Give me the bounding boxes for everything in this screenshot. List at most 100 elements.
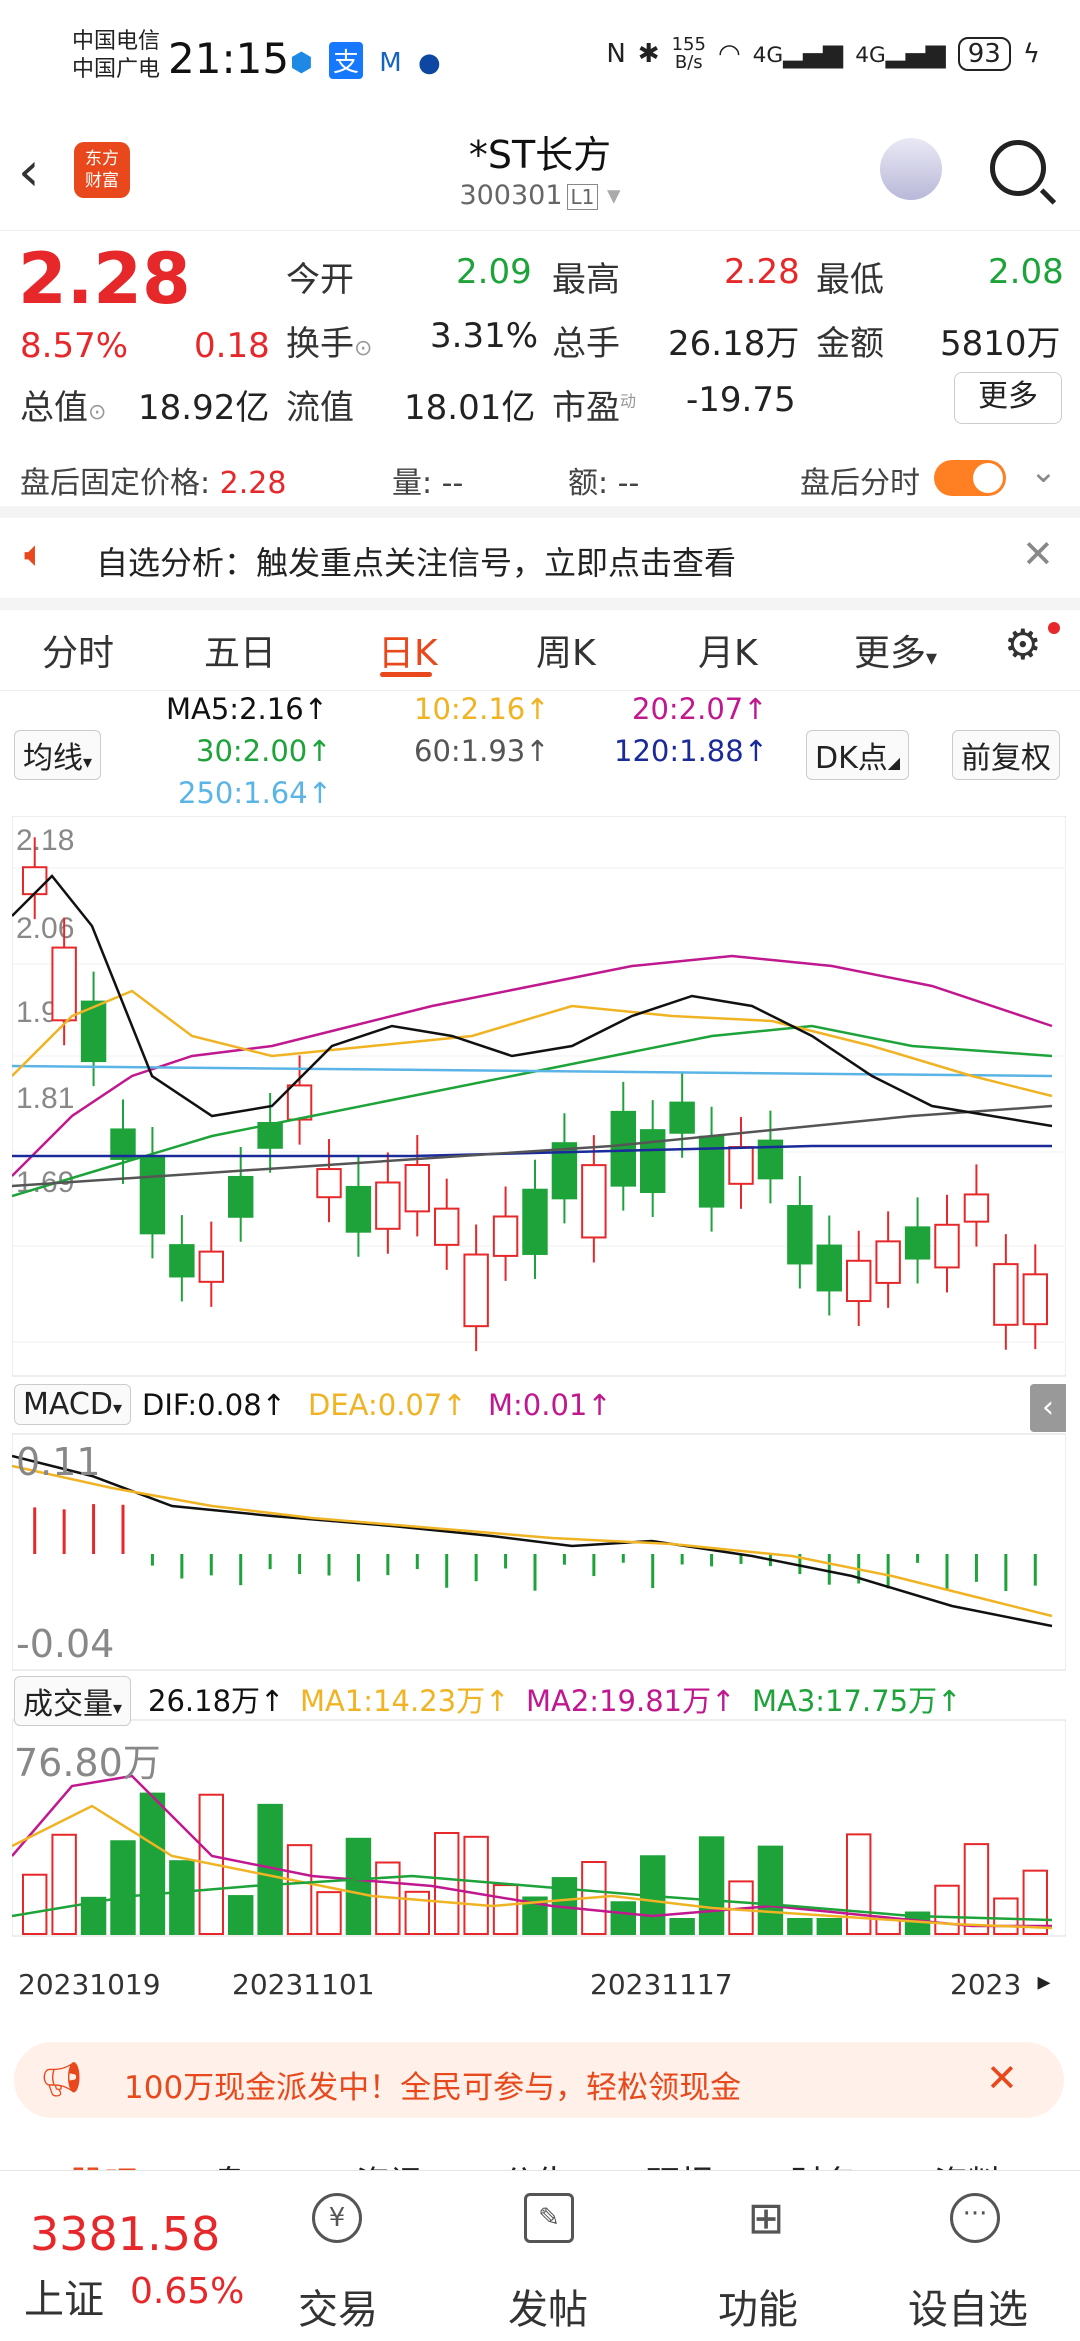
tab-weekly-k[interactable]: 周K [536, 624, 596, 676]
pe-value: -19.75 [686, 380, 796, 420]
volume-bar [669, 1918, 695, 1935]
tab-five-day[interactable]: 五日 [204, 624, 276, 676]
index-value[interactable]: 3381.58 [30, 2207, 220, 2261]
tab-daily-k[interactable]: 日K [378, 624, 438, 676]
net-speed-unit: B/s [674, 52, 703, 73]
promo-text: 100万现金派发中！全民可参与，轻松领现金 [124, 2070, 742, 2106]
date-label-1: 20231019 [18, 1968, 161, 2001]
yen-icon: ¥ [312, 2193, 362, 2243]
dk-point-button[interactable]: DK点◢ [806, 730, 910, 780]
candle-body [640, 1129, 666, 1194]
current-price: 2.28 [18, 238, 191, 320]
turnover-label-text: 换手 [286, 324, 354, 364]
afterhours-price: 2.28 [219, 466, 287, 501]
signal-2-label: 4G [855, 43, 886, 68]
volume-bar [963, 1843, 990, 1936]
high-value: 2.28 [724, 252, 800, 292]
active-tab-indicator [380, 672, 432, 677]
afterhours-toggle[interactable] [934, 460, 1006, 496]
assistant-avatar-icon[interactable] [880, 138, 942, 200]
candle-body [1022, 1273, 1048, 1326]
bottom-nav: 3381.58 上证 0.65% ¥ 交易 ✎ 发帖 ⊞ 功能 ··· 设自选 [0, 2170, 1080, 2341]
indicator-selector[interactable]: 均线▾ [14, 730, 102, 780]
ma10-label: 10:2.16↑ [414, 692, 550, 726]
alipay-icon: 支 [328, 42, 363, 79]
mktcap-label[interactable]: 总值⊙ [20, 380, 106, 429]
close-icon[interactable]: ✕ [1022, 532, 1054, 576]
function-button[interactable]: 功能 [718, 2277, 798, 2335]
candle-body [51, 946, 77, 1022]
candle-body [375, 1181, 401, 1230]
date-label-3: 20231117 [590, 1968, 733, 2001]
speaker-icon: 🔈︎ [24, 534, 46, 575]
volume-bar [286, 1844, 313, 1936]
chevron-down-icon[interactable]: ⌄ [1030, 452, 1057, 490]
amount-value: 5810万 [940, 324, 1061, 364]
alert-bar[interactable]: 🔈︎ 自选分析：触发重点关注信号，立即点击查看 ✕ [0, 518, 1080, 598]
ma5-label: MA5:2.16↑ [166, 692, 328, 726]
tab-more[interactable]: 更多▾ [854, 624, 937, 676]
volume-bar [787, 1918, 813, 1935]
more-dots-icon: ··· [950, 2193, 1000, 2243]
volume-bar [139, 1792, 166, 1936]
macd-selector[interactable]: MACD▾ [14, 1384, 131, 1425]
carrier-2: 中国广电 [72, 57, 161, 82]
volume-selector[interactable]: 成交量▾ [14, 1676, 132, 1726]
signal-1-label: 4G [752, 43, 784, 68]
carrier-info: 中国电信 中国广电 [72, 28, 160, 84]
gear-icon[interactable]: ⚙ [1004, 620, 1042, 669]
volume-bar [51, 1833, 77, 1935]
close-icon[interactable]: ✕ [986, 2056, 1018, 2100]
ma250-line [12, 1064, 1053, 1078]
collapse-panel-button[interactable]: ‹ [1030, 1384, 1066, 1432]
more-quote-button[interactable]: 更多 [954, 372, 1062, 424]
apps-icon: ⊞ [747, 2193, 785, 2244]
candle-body [522, 1188, 548, 1255]
date-label-2: 20231101 [232, 1968, 375, 2001]
high-label: 最高 [552, 260, 620, 300]
search-icon[interactable] [990, 140, 1046, 196]
notification-dot [1048, 622, 1060, 634]
candle-body [963, 1193, 990, 1223]
turnover-label[interactable]: 换手⊙ [286, 316, 372, 365]
afterhours-vol: 量: -- [392, 458, 463, 502]
post-button[interactable]: 发帖 [508, 2277, 588, 2335]
afterhours-label: 盘后固定价格: [20, 466, 211, 501]
volume-label: 总手 [552, 324, 620, 364]
volume-bar [434, 1832, 460, 1935]
dk-point-label: DK点 [815, 741, 888, 776]
tab-minute[interactable]: 分时 [42, 624, 114, 676]
divider [0, 506, 1080, 518]
amount-label: 金额 [816, 324, 884, 364]
system-status: N ✱ 155 B/s ◠ 4G▂▄▆ 4G▂▄▆ 93 ϟ [606, 36, 1040, 72]
volume-bar [816, 1918, 842, 1935]
candle-body [286, 1084, 313, 1121]
macd-m: M:0.01↑ [488, 1388, 612, 1422]
price-axis-label: 2.06 [16, 912, 74, 945]
afterhours-vol-label: 量: [392, 466, 433, 501]
megaphone-icon: 📢︎ [40, 2060, 84, 2100]
trade-button[interactable]: 交易 [298, 2277, 378, 2335]
candle-body [434, 1207, 460, 1246]
index-pct[interactable]: 0.65% [130, 2271, 244, 2312]
volume-bar [22, 1873, 48, 1936]
volume-selector-label: 成交量 [23, 1687, 113, 1722]
macd-frame [12, 1433, 1066, 1671]
scroll-right-button[interactable]: ▸ [1022, 1954, 1066, 2010]
adjust-button[interactable]: 前复权 [952, 730, 1060, 780]
index-name[interactable]: 上证 [24, 2267, 104, 2325]
candle-body [669, 1101, 695, 1134]
tab-monthly-k[interactable]: 月K [698, 624, 758, 676]
candle-body [816, 1244, 842, 1292]
price-axis-label: 2.18 [16, 824, 74, 857]
kline-frame [12, 816, 1066, 1377]
candle-body [316, 1168, 342, 1199]
ma250-label: 250:1.64↑ [178, 776, 332, 810]
price-axis-label: 1.81 [16, 1082, 74, 1115]
volume-ma3: MA3:17.75万↑ [752, 1684, 962, 1718]
promo-banner[interactable]: 📢︎ 100万现金派发中！全民可参与，轻松领现金 ✕ [14, 2042, 1064, 2118]
candle-body [110, 1128, 136, 1160]
add-watchlist-button[interactable]: 设自选 [908, 2277, 1028, 2335]
divider [0, 598, 1080, 610]
candle-body [934, 1223, 960, 1269]
